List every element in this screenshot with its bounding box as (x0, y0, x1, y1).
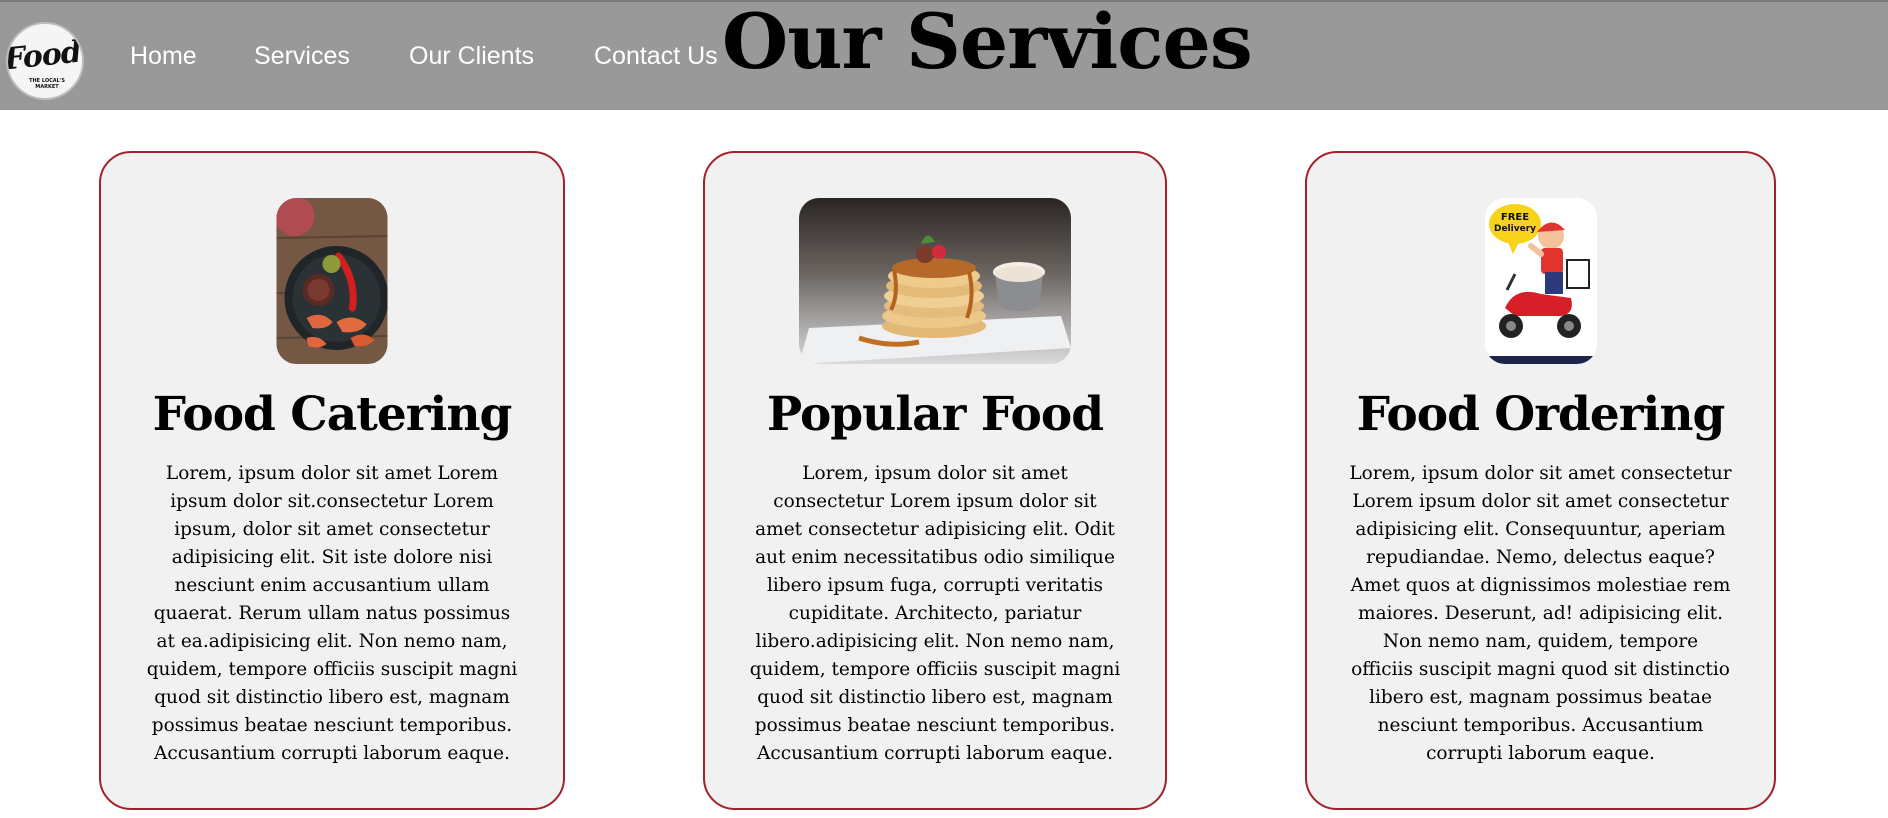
nav-contact-us-link[interactable]: Contact Us (594, 42, 718, 71)
pancake-stack-image (799, 198, 1071, 364)
logo-tagline: THE LOCAL'S MARKET (29, 78, 65, 90)
service-card-food-catering: Food Catering Lorem, ipsum dolor sit ame… (99, 151, 565, 810)
nav-services-link[interactable]: Services (254, 42, 350, 71)
card-description: Lorem, ipsum dolor sit amet consectetur … (1349, 463, 1732, 764)
catering-food-image (276, 198, 388, 364)
nav-our-clients-link[interactable]: Our Clients (409, 42, 534, 71)
logo-wordmark: Foodies (6, 29, 84, 78)
nav-home-link[interactable]: Home (130, 42, 197, 71)
card-title: Food Ordering (1356, 387, 1726, 442)
svg-text:FREE: FREE (1500, 212, 1528, 223)
navbar: Foodies THE LOCAL'S MARKET Home Services… (0, 0, 1888, 110)
foodies-logo[interactable]: Foodies THE LOCAL'S MARKET (6, 22, 84, 100)
card-description: Lorem, ipsum dolor sit amet consectetur … (749, 463, 1121, 764)
card-title: Food Catering (152, 387, 513, 442)
delivery-scooter-image: FREE Delivery (1484, 198, 1597, 364)
page-title: Our Services (722, 0, 1253, 86)
card-description: Lorem, ipsum dolor sit amet Lorem ipsum … (146, 463, 518, 764)
service-card-food-ordering: FREE Delivery Food Ordering Lorem, ipsum… (1305, 151, 1776, 810)
service-card-popular-food: Popular Food Lorem, ipsum dolor sit amet… (703, 151, 1167, 810)
svg-text:Delivery: Delivery (1493, 224, 1535, 234)
card-title: Popular Food (766, 387, 1104, 442)
